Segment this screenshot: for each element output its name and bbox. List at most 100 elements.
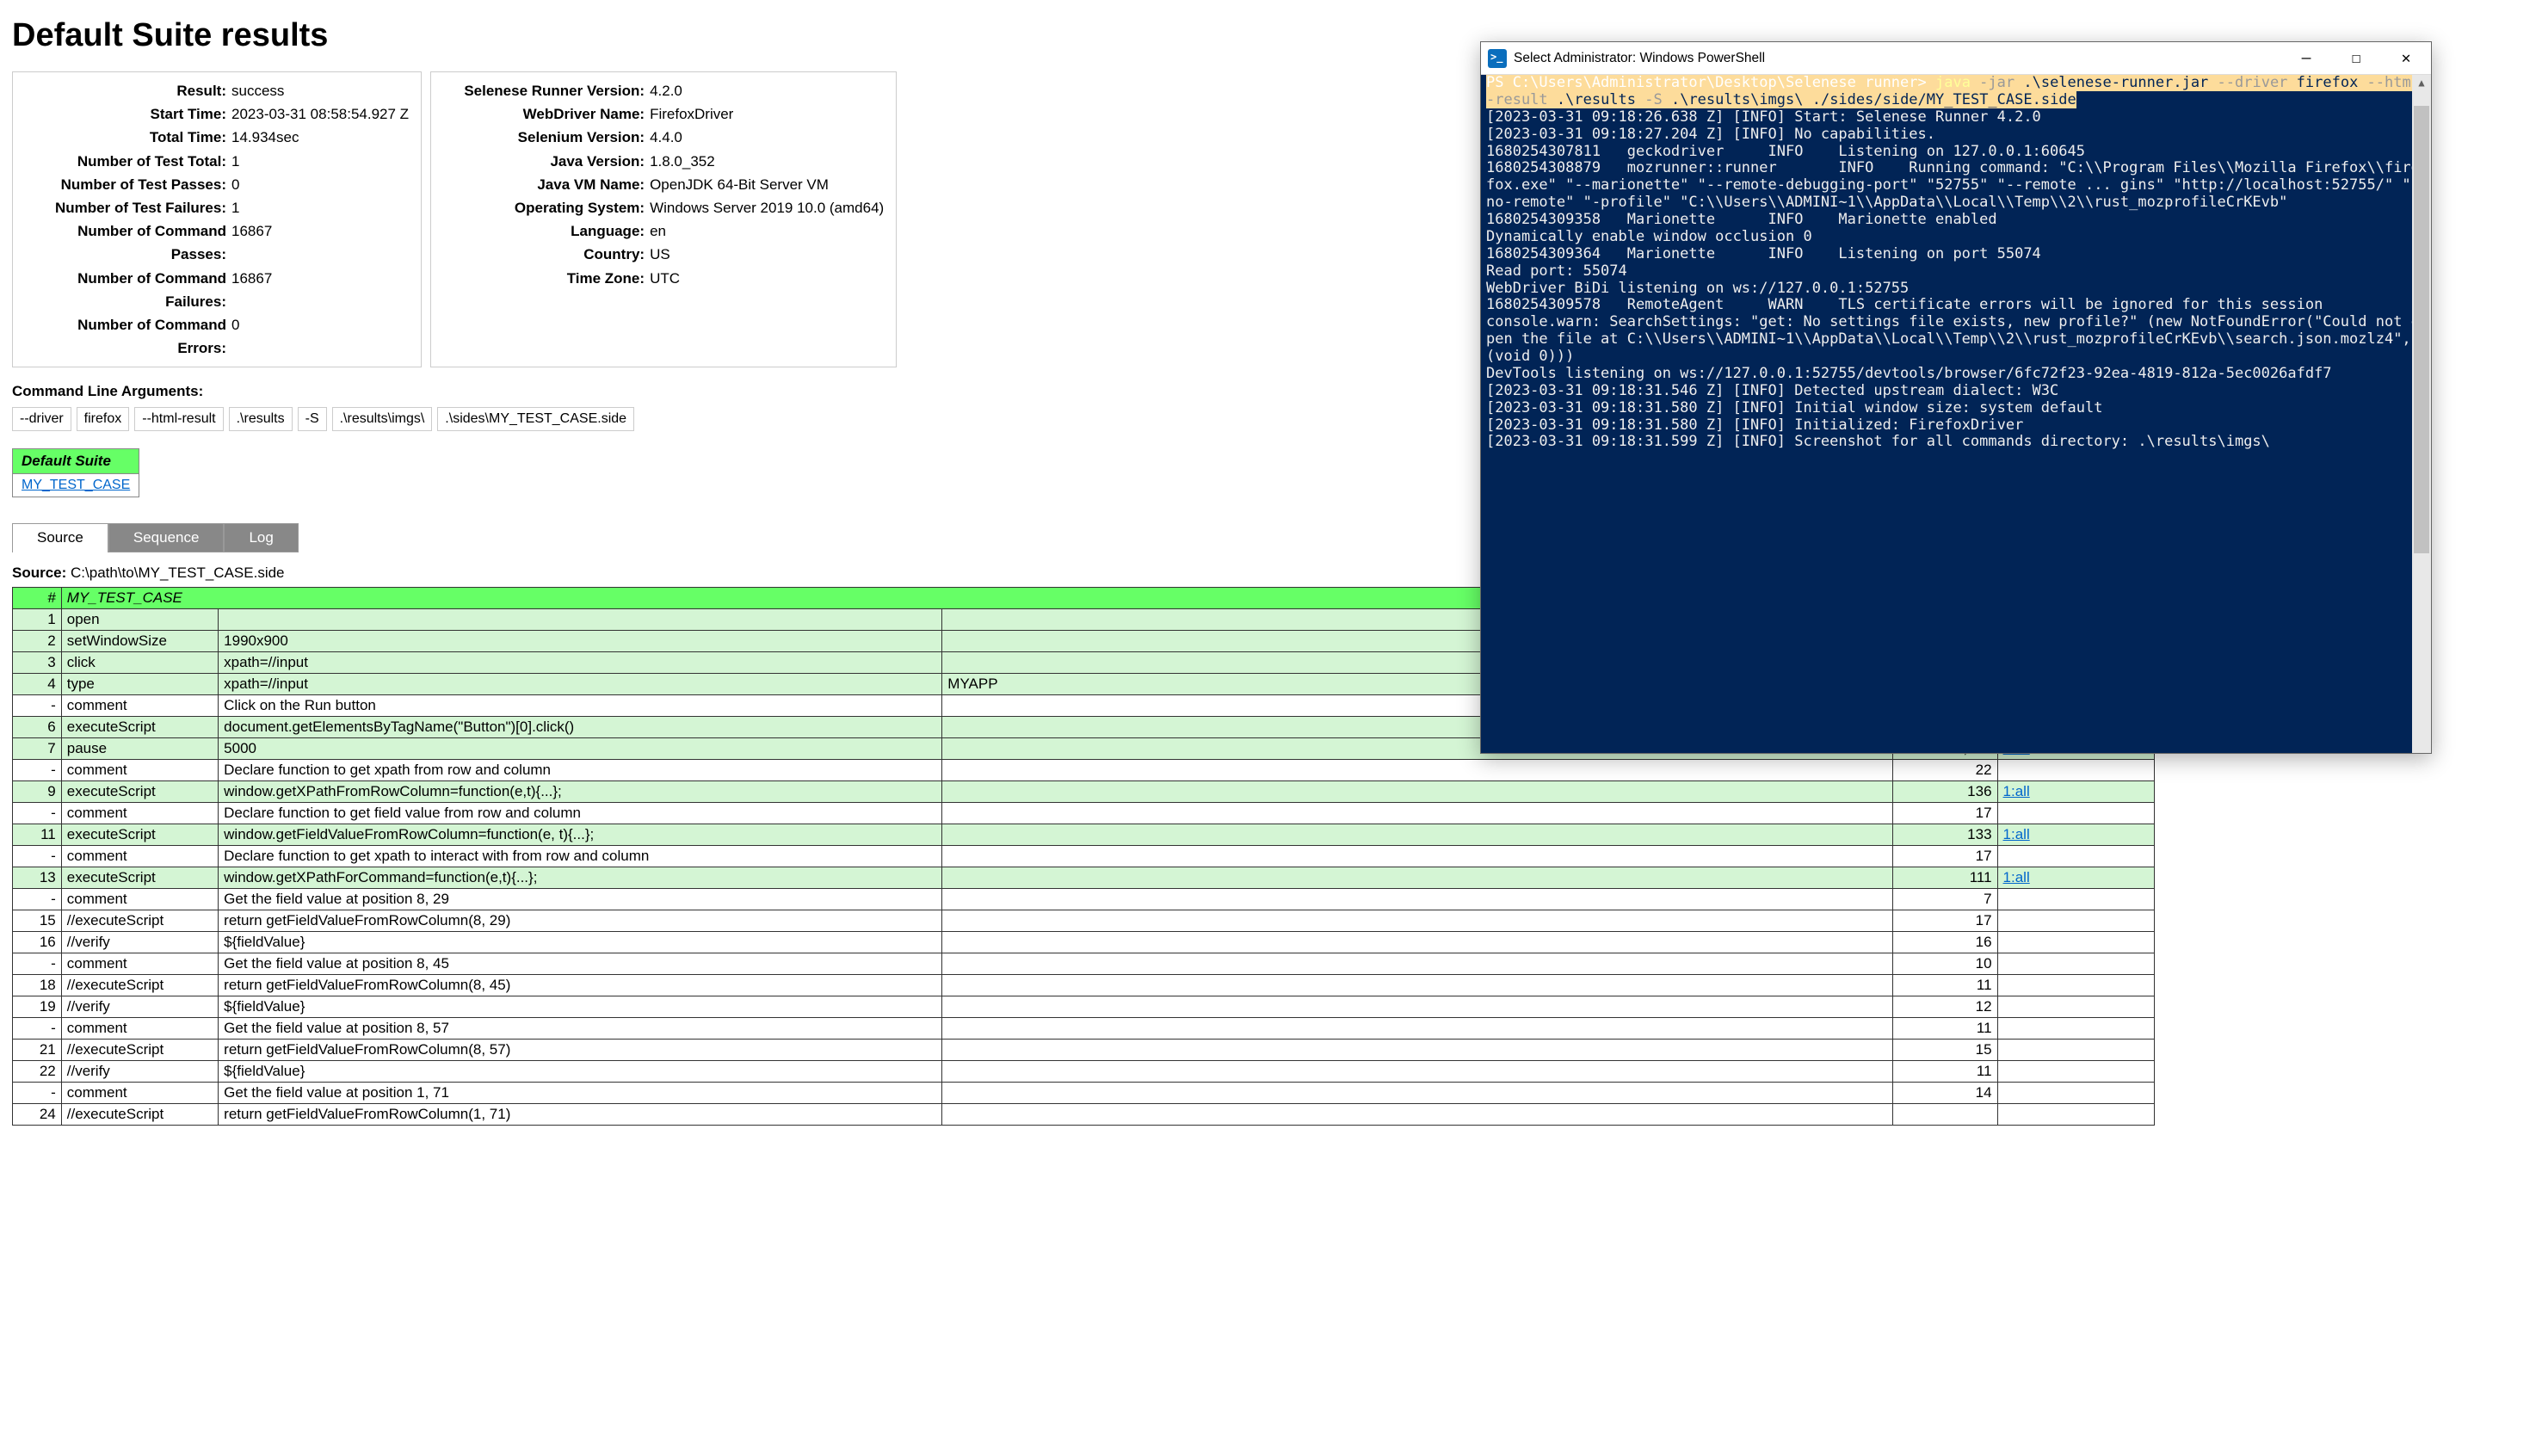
scroll-thumb[interactable] — [2414, 106, 2429, 553]
row-cmd: comment — [61, 1083, 218, 1104]
close-button[interactable]: ✕ — [2381, 42, 2431, 75]
maximize-button[interactable]: ☐ — [2331, 42, 2381, 75]
scroll-up-arrow-icon[interactable]: ▲ — [2418, 75, 2424, 90]
row-num: 15 — [13, 910, 62, 932]
row-num: - — [13, 889, 62, 910]
row-ms: 14 — [1892, 1083, 1997, 1104]
tab-sequence[interactable]: Sequence — [108, 523, 225, 552]
summary-label: Number of Test Passes: — [25, 173, 231, 196]
row-screenshot — [1997, 932, 2154, 953]
powershell-body[interactable]: PS C:\Users\Administrator\Desktop\Selene… — [1481, 75, 2431, 753]
suite-item-link[interactable]: MY_TEST_CASE — [13, 474, 139, 497]
row-target: 1990x900 — [219, 631, 942, 652]
summary-label: Java VM Name: — [443, 173, 650, 196]
row-ms: 11 — [1892, 1018, 1997, 1040]
row-value — [942, 846, 1893, 867]
row-cmd: comment — [61, 1018, 218, 1040]
summary-value: 1 — [231, 150, 239, 173]
table-row: -commentDeclare function to get field va… — [13, 803, 2155, 824]
summary-value: FirefoxDriver — [650, 102, 733, 126]
summary-value: OpenJDK 64-Bit Server VM — [650, 173, 829, 196]
row-num: 24 — [13, 1104, 62, 1126]
row-cmd: comment — [61, 803, 218, 824]
row-num: - — [13, 760, 62, 781]
row-target: Get the field value at position 8, 29 — [219, 889, 942, 910]
suite-box: Default Suite MY_TEST_CASE — [12, 448, 139, 497]
tab-log[interactable]: Log — [224, 523, 298, 552]
row-ms: 15 — [1892, 1040, 1997, 1061]
row-num: - — [13, 1018, 62, 1040]
row-num: - — [13, 695, 62, 717]
row-num: 4 — [13, 674, 62, 695]
row-ms: 11 — [1892, 1061, 1997, 1083]
row-cmd: setWindowSize — [61, 631, 218, 652]
row-screenshot — [1997, 975, 2154, 996]
tab-source[interactable]: Source — [12, 523, 108, 552]
row-cmd: pause — [61, 738, 218, 760]
row-num: 11 — [13, 824, 62, 846]
table-row: 15//executeScriptreturn getFieldValueFro… — [13, 910, 2155, 932]
row-screenshot — [1997, 1104, 2154, 1126]
source-label-prefix: Source: — [12, 565, 66, 581]
screenshot-link[interactable]: 1:all — [2003, 826, 2030, 842]
screenshot-link[interactable]: 1:all — [2003, 783, 2030, 799]
row-value — [942, 1040, 1893, 1061]
row-target: document.getElementsByTagName("Button")[… — [219, 717, 942, 738]
row-cmd: type — [61, 674, 218, 695]
cmdline-arg: --driver — [12, 407, 71, 431]
row-ms: 136 — [1892, 781, 1997, 803]
summary-value: 4.4.0 — [650, 126, 682, 149]
row-target: xpath=//input — [219, 674, 942, 695]
ps-cmd-driver: --driver — [2218, 75, 2297, 91]
minimize-button[interactable]: — — [2281, 42, 2331, 75]
row-num: 1 — [13, 609, 62, 631]
row-num: 16 — [13, 932, 62, 953]
table-row: 9executeScriptwindow.getXPathFromRowColu… — [13, 781, 2155, 803]
row-target: Get the field value at position 1, 71 — [219, 1083, 942, 1104]
table-row: 19//verify${fieldValue}12 — [13, 996, 2155, 1018]
powershell-titlebar[interactable]: Select Administrator: Windows PowerShell… — [1481, 42, 2431, 75]
row-target: ${fieldValue} — [219, 996, 942, 1018]
row-ms — [1892, 1104, 1997, 1126]
row-ms: 133 — [1892, 824, 1997, 846]
row-target: window.getXPathForCommand=function(e,t){… — [219, 867, 942, 889]
row-target: Click on the Run button — [219, 695, 942, 717]
row-screenshot: 1:all — [1997, 824, 2154, 846]
summary-value: success — [231, 79, 284, 102]
cmdline-arg: .\results\imgs\ — [332, 407, 433, 431]
row-target: ${fieldValue} — [219, 1061, 942, 1083]
table-row: 11executeScriptwindow.getFieldValueFromR… — [13, 824, 2155, 846]
row-target: return getFieldValueFromRowColumn(8, 57) — [219, 1040, 942, 1061]
row-screenshot: 1:all — [1997, 867, 2154, 889]
powershell-scrollbar[interactable]: ▲ — [2412, 75, 2431, 753]
row-ms: 10 — [1892, 953, 1997, 975]
suite-header: Default Suite — [13, 449, 139, 474]
summary-value: UTC — [650, 267, 680, 290]
row-num: 9 — [13, 781, 62, 803]
row-ms: 7 — [1892, 889, 1997, 910]
row-target: xpath=//input — [219, 652, 942, 674]
row-target: Declare function to get xpath to interac… — [219, 846, 942, 867]
row-value — [942, 1083, 1893, 1104]
summary-value: Windows Server 2019 10.0 (amd64) — [650, 196, 884, 219]
summary-label: Language: — [443, 219, 650, 243]
row-target — [219, 609, 942, 631]
row-value — [942, 867, 1893, 889]
ps-output: [2023-03-31 09:18:26.638 Z] [INFO] Start… — [1486, 108, 2420, 451]
summary-label: Result: — [25, 79, 231, 102]
source-path: C:\path\to\MY_TEST_CASE.side — [66, 565, 284, 581]
ps-cmd-rest: .\results\imgs\ ./sides/side/MY_TEST_CAS… — [1671, 91, 2076, 108]
ps-cmd-java: java — [1935, 75, 1979, 91]
screenshot-link[interactable]: 1:all — [2003, 869, 2030, 885]
row-num: 2 — [13, 631, 62, 652]
row-target: return getFieldValueFromRowColumn(8, 45) — [219, 975, 942, 996]
row-ms: 111 — [1892, 867, 1997, 889]
row-screenshot — [1997, 846, 2154, 867]
table-row: 16//verify${fieldValue}16 — [13, 932, 2155, 953]
summary-value: 16867 — [231, 219, 272, 266]
row-value — [942, 760, 1893, 781]
row-value — [942, 910, 1893, 932]
powershell-window[interactable]: Select Administrator: Windows PowerShell… — [1480, 41, 2432, 754]
row-ms: 17 — [1892, 910, 1997, 932]
row-value — [942, 803, 1893, 824]
